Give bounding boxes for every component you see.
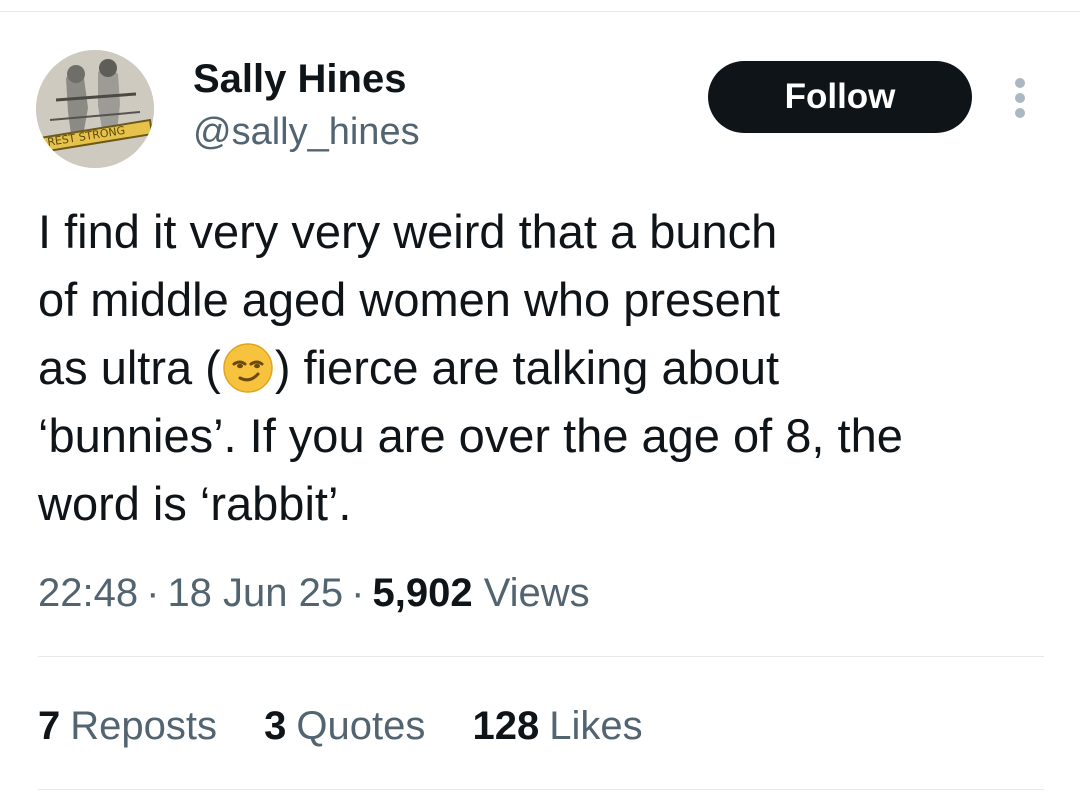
display-name[interactable]: Sally Hines <box>193 56 406 102</box>
avatar-image: REST STRONG <box>36 50 154 168</box>
likes-stat[interactable]: 128 Likes <box>472 700 642 752</box>
bottom-divider <box>38 789 1044 790</box>
likes-count: 128 <box>472 704 540 748</box>
likes-label: Likes <box>549 704 643 748</box>
tweet-text: I find it very very weird that a bunch o… <box>38 198 1058 538</box>
views-count: 5,902 <box>372 571 473 615</box>
tweet-time[interactable]: 22:48 <box>38 571 138 615</box>
tweet-meta: 22:48 · 18 Jun 25 · 5,902 Views <box>38 568 590 618</box>
quotes-stat[interactable]: 3 Quotes <box>264 700 425 752</box>
tweet-line: word is ‘rabbit’. <box>38 477 352 530</box>
views-label: Views <box>483 571 590 615</box>
tweet-line: I find it very very weird that a bunch <box>38 205 778 258</box>
meta-separator: · <box>146 571 160 615</box>
engagement-stats: 7 Reposts 3 Quotes 128 Likes <box>38 700 679 752</box>
quotes-count: 3 <box>264 704 287 748</box>
tweet-line: of middle aged women who present <box>38 273 780 326</box>
tweet-line-segment: as ultra ( <box>38 341 221 394</box>
quotes-label: Quotes <box>296 704 426 748</box>
meta-separator: · <box>351 571 365 615</box>
reposts-count: 7 <box>38 704 61 748</box>
tweet-date[interactable]: 18 Jun 25 <box>167 571 343 615</box>
reposts-stat[interactable]: 7 Reposts <box>38 700 217 752</box>
follow-button[interactable]: Follow <box>708 61 972 133</box>
more-options-button[interactable] <box>1005 74 1035 122</box>
tweet-line-segment: ) fierce are talking about <box>274 341 780 394</box>
stats-divider <box>38 656 1044 657</box>
smirking-face-emoji <box>223 343 273 393</box>
top-divider <box>0 11 1080 12</box>
reposts-label: Reposts <box>70 704 217 748</box>
tweet-line: as ultra ( ) fierce are talking about <box>38 334 1058 402</box>
tweet-line: ‘bunnies’. If you are over the age of 8,… <box>38 409 903 462</box>
user-handle[interactable]: @sally_hines <box>193 110 420 154</box>
avatar[interactable]: REST STRONG <box>36 50 154 168</box>
